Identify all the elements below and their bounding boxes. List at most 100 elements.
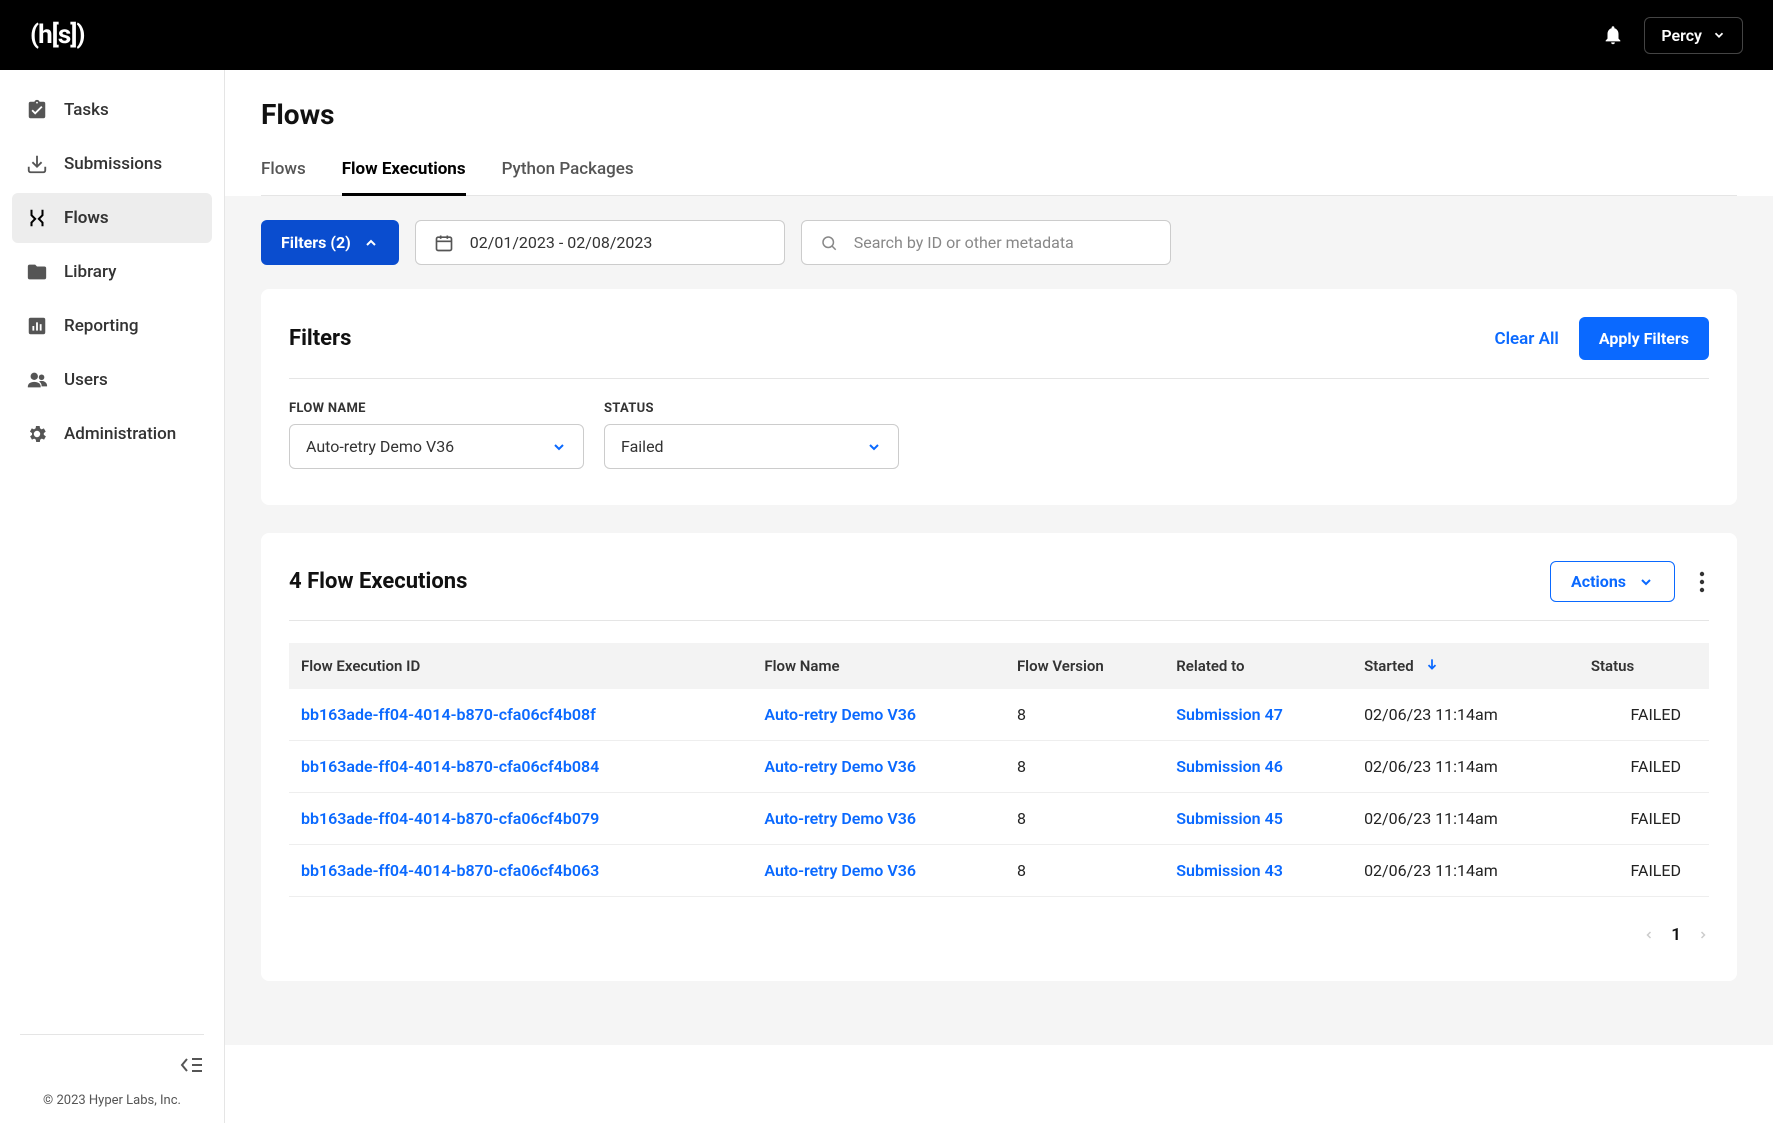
sidebar-item-label: Flows — [64, 208, 109, 228]
col-related-to[interactable]: Related to — [1164, 643, 1352, 689]
cell-related-to: Submission 47 — [1164, 689, 1352, 741]
flow-name-link[interactable]: Auto-retry Demo V36 — [764, 705, 916, 724]
page-number: 1 — [1671, 925, 1681, 945]
sidebar-item-label: Administration — [64, 424, 176, 444]
sidebar-item-submissions[interactable]: Submissions — [12, 139, 212, 189]
gear-icon — [26, 423, 48, 445]
sidebar-item-label: Submissions — [64, 154, 162, 174]
cell-status: FAILED — [1579, 741, 1709, 793]
col-execution-id[interactable]: Flow Execution ID — [289, 643, 752, 689]
execution-id-link[interactable]: bb163ade-ff04-4014-b870-cfa06cf4b08f — [301, 705, 596, 724]
cell-related-to: Submission 46 — [1164, 741, 1352, 793]
divider — [20, 1034, 204, 1035]
tab-flow-executions[interactable]: Flow Executions — [342, 159, 466, 196]
cell-status: FAILED — [1579, 845, 1709, 897]
search-input[interactable] — [854, 221, 1152, 264]
col-flow-name[interactable]: Flow Name — [752, 643, 1005, 689]
cell-execution-id: bb163ade-ff04-4014-b870-cfa06cf4b08f — [289, 689, 752, 741]
toolbar: Filters (2) 02/01/2023 - 02/08/2023 — [261, 196, 1737, 289]
results-panel: 4 Flow Executions Actions — [261, 533, 1737, 981]
page-title: Flows — [261, 98, 1737, 131]
chevron-up-icon — [363, 235, 379, 251]
results-table: Flow Execution ID Flow Name Flow Version… — [289, 643, 1709, 897]
copyright: © 2023 Hyper Labs, Inc. — [20, 1093, 204, 1108]
filters-title: Filters — [289, 326, 351, 351]
flow-name-link[interactable]: Auto-retry Demo V36 — [764, 757, 916, 776]
date-range-value: 02/01/2023 - 02/08/2023 — [470, 233, 653, 252]
table-row: bb163ade-ff04-4014-b870-cfa06cf4b079 Auto… — [289, 793, 1709, 845]
status-dropdown[interactable]: Failed — [604, 424, 899, 469]
clear-all-button[interactable]: Clear All — [1495, 329, 1559, 349]
user-menu[interactable]: Percy — [1644, 17, 1743, 54]
related-link[interactable]: Submission 43 — [1176, 861, 1283, 880]
dropdown-value: Auto-retry Demo V36 — [306, 437, 454, 456]
cell-flow-version: 8 — [1005, 793, 1164, 845]
execution-id-link[interactable]: bb163ade-ff04-4014-b870-cfa06cf4b084 — [301, 757, 599, 776]
sidebar-item-administration[interactable]: Administration — [12, 409, 212, 459]
apply-filters-button[interactable]: Apply Filters — [1579, 317, 1709, 360]
calendar-icon — [434, 233, 454, 253]
sidebar-item-label: Reporting — [64, 316, 139, 336]
tabs: Flows Flow Executions Python Packages — [261, 159, 1737, 196]
flow-name-link[interactable]: Auto-retry Demo V36 — [764, 809, 916, 828]
collapse-sidebar-button[interactable] — [20, 1055, 204, 1075]
sidebar-item-flows[interactable]: Flows — [12, 193, 212, 243]
more-menu-button[interactable] — [1695, 570, 1709, 594]
search-icon — [820, 233, 838, 253]
related-link[interactable]: Submission 46 — [1176, 757, 1283, 776]
table-row: bb163ade-ff04-4014-b870-cfa06cf4b063 Auto… — [289, 845, 1709, 897]
user-name: Percy — [1661, 26, 1702, 45]
col-started[interactable]: Started — [1352, 643, 1579, 689]
cell-started: 02/06/23 11:14am — [1352, 689, 1579, 741]
field-label: FLOW NAME — [289, 401, 584, 416]
execution-id-link[interactable]: bb163ade-ff04-4014-b870-cfa06cf4b063 — [301, 861, 599, 880]
chevron-down-icon — [866, 439, 882, 455]
flow-name-link[interactable]: Auto-retry Demo V36 — [764, 861, 916, 880]
cell-execution-id: bb163ade-ff04-4014-b870-cfa06cf4b079 — [289, 793, 752, 845]
tab-flows[interactable]: Flows — [261, 159, 306, 196]
cell-flow-version: 8 — [1005, 845, 1164, 897]
date-range-input[interactable]: 02/01/2023 - 02/08/2023 — [415, 220, 785, 265]
sidebar-item-reporting[interactable]: Reporting — [12, 301, 212, 351]
filters-toggle-button[interactable]: Filters (2) — [261, 220, 399, 265]
sidebar: Tasks Submissions Flows Library — [0, 70, 225, 1123]
cell-flow-name: Auto-retry Demo V36 — [752, 689, 1005, 741]
more-vert-icon — [1699, 570, 1705, 594]
cell-execution-id: bb163ade-ff04-4014-b870-cfa06cf4b084 — [289, 741, 752, 793]
cell-started: 02/06/23 11:14am — [1352, 793, 1579, 845]
cell-status: FAILED — [1579, 689, 1709, 741]
flow-name-dropdown[interactable]: Auto-retry Demo V36 — [289, 424, 584, 469]
col-flow-version[interactable]: Flow Version — [1005, 643, 1164, 689]
reporting-icon — [26, 315, 48, 337]
sidebar-item-library[interactable]: Library — [12, 247, 212, 297]
sidebar-item-label: Library — [64, 262, 116, 282]
related-link[interactable]: Submission 47 — [1176, 705, 1283, 724]
chevron-down-icon — [1712, 28, 1726, 42]
filters-label: Filters (2) — [281, 233, 351, 252]
actions-dropdown-button[interactable]: Actions — [1550, 561, 1675, 602]
table-row: bb163ade-ff04-4014-b870-cfa06cf4b084 Auto… — [289, 741, 1709, 793]
tab-python-packages[interactable]: Python Packages — [502, 159, 634, 196]
execution-id-link[interactable]: bb163ade-ff04-4014-b870-cfa06cf4b079 — [301, 809, 599, 828]
cell-flow-name: Auto-retry Demo V36 — [752, 793, 1005, 845]
sidebar-item-label: Users — [64, 370, 108, 390]
search-input-wrapper — [801, 220, 1171, 265]
col-status[interactable]: Status — [1579, 643, 1709, 689]
topbar: (h[s]) Percy — [0, 0, 1773, 70]
cell-flow-name: Auto-retry Demo V36 — [752, 741, 1005, 793]
status-filter: STATUS Failed — [604, 401, 899, 469]
pagination: 1 — [289, 925, 1709, 945]
submissions-icon — [26, 153, 48, 175]
logo: (h[s]) — [30, 20, 85, 50]
sidebar-item-users[interactable]: Users — [12, 355, 212, 405]
prev-page-button[interactable] — [1643, 926, 1655, 944]
results-title: 4 Flow Executions — [289, 569, 467, 594]
cell-started: 02/06/23 11:14am — [1352, 741, 1579, 793]
related-link[interactable]: Submission 45 — [1176, 809, 1283, 828]
next-page-button[interactable] — [1697, 926, 1709, 944]
cell-flow-version: 8 — [1005, 689, 1164, 741]
library-icon — [26, 261, 48, 283]
sidebar-item-tasks[interactable]: Tasks — [12, 85, 212, 135]
cell-flow-version: 8 — [1005, 741, 1164, 793]
notifications-icon[interactable] — [1602, 24, 1624, 46]
